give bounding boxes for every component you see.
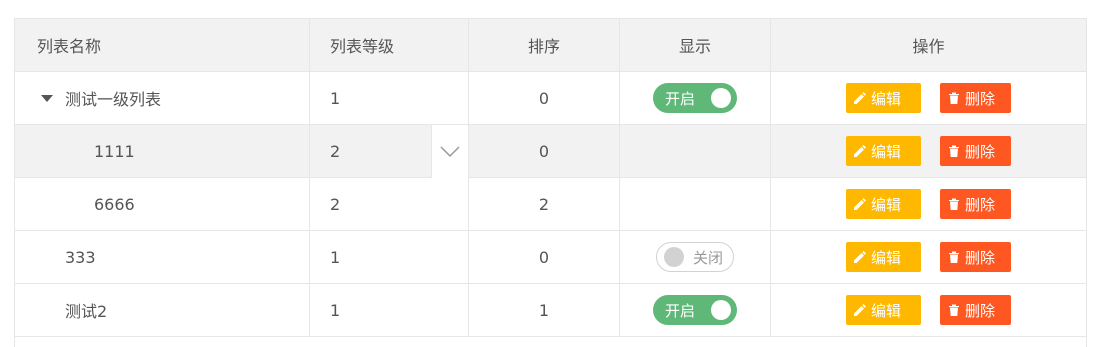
- edit-button[interactable]: 编辑: [846, 83, 921, 113]
- edit-button[interactable]: 编辑: [846, 136, 921, 166]
- row-sort: 0: [469, 72, 620, 124]
- delete-button[interactable]: 删除: [940, 295, 1011, 325]
- toggle-label: 开启: [665, 89, 696, 108]
- delete-label: 删除: [965, 89, 996, 108]
- toggle-knob: [664, 247, 684, 267]
- edit-button[interactable]: 编辑: [846, 295, 921, 325]
- level-dropdown[interactable]: [431, 125, 468, 178]
- trash-icon: [949, 198, 959, 210]
- level-cell[interactable]: 2: [310, 125, 469, 178]
- row-name: 测试一级列表: [65, 90, 162, 109]
- row-level: 1: [310, 231, 469, 283]
- delete-label: 删除: [965, 195, 996, 214]
- header-level: 列表等级: [310, 19, 469, 71]
- op-cell: 编辑 删除: [771, 231, 1086, 283]
- table-row: 1111 2 0 编辑 删除: [15, 125, 1086, 178]
- header-show: 显示: [620, 19, 771, 71]
- pencil-icon: [854, 251, 866, 263]
- edit-label: 编辑: [871, 248, 902, 267]
- trash-icon: [949, 304, 959, 316]
- show-toggle[interactable]: 开启: [653, 83, 737, 113]
- edit-button[interactable]: 编辑: [846, 242, 921, 272]
- header-name: 列表名称: [15, 19, 310, 71]
- row-name: 6666: [15, 178, 310, 230]
- row-level: 2: [310, 178, 469, 230]
- row-sort: 2: [469, 178, 620, 230]
- delete-label: 删除: [965, 142, 996, 161]
- show-toggle[interactable]: 开启: [653, 295, 737, 325]
- show-toggle[interactable]: 关闭: [656, 242, 734, 272]
- row-name: 333: [15, 231, 310, 283]
- pencil-icon: [854, 304, 866, 316]
- row-level: 1: [310, 72, 469, 124]
- toggle-knob: [711, 88, 731, 108]
- show-cell: 关闭: [620, 231, 771, 283]
- edit-label: 编辑: [871, 142, 902, 161]
- edit-label: 编辑: [871, 195, 902, 214]
- row-name: 测试2: [15, 284, 310, 336]
- row-name: 1111: [15, 125, 310, 177]
- name-cell: 测试一级列表: [15, 72, 310, 124]
- delete-label: 删除: [965, 248, 996, 267]
- row-sort: 0: [469, 125, 620, 177]
- chevron-down-icon: [440, 145, 460, 157]
- delete-label: 删除: [965, 301, 996, 320]
- pencil-icon: [854, 198, 866, 210]
- edit-button[interactable]: 编辑: [846, 189, 921, 219]
- row-level: 1: [310, 284, 469, 336]
- delete-button[interactable]: 删除: [940, 242, 1011, 272]
- toggle-label: 开启: [665, 301, 696, 320]
- trash-icon: [949, 251, 959, 263]
- show-cell: [620, 125, 771, 177]
- expand-caret-icon[interactable]: [41, 94, 53, 102]
- edit-label: 编辑: [871, 301, 902, 320]
- pencil-icon: [854, 145, 866, 157]
- header-sort: 排序: [469, 19, 620, 71]
- trash-icon: [949, 145, 959, 157]
- delete-button[interactable]: 删除: [940, 189, 1011, 219]
- table-row: 333 1 0 关闭 编辑 删除: [15, 231, 1086, 284]
- row-sort: 1: [469, 284, 620, 336]
- op-cell: 编辑 删除: [771, 284, 1086, 336]
- toggle-knob: [711, 300, 731, 320]
- table-row: 测试一级列表 1 0 开启 编辑 删除: [15, 72, 1086, 125]
- toggle-label: 关闭: [693, 248, 724, 267]
- row-sort: 0: [469, 231, 620, 283]
- delete-button[interactable]: 删除: [940, 136, 1011, 166]
- trash-icon: [949, 92, 959, 104]
- op-cell: 编辑 删除: [771, 72, 1086, 124]
- delete-button[interactable]: 删除: [940, 83, 1011, 113]
- list-table: 列表名称 列表等级 排序 显示 操作 测试一级列表 1 0 开启 编辑 删除 1…: [14, 18, 1087, 347]
- op-cell: 编辑 删除: [771, 125, 1086, 177]
- show-cell: 开启: [620, 284, 771, 336]
- show-cell: [620, 178, 771, 230]
- show-cell: 开启: [620, 72, 771, 124]
- op-cell: 编辑 删除: [771, 178, 1086, 230]
- pencil-icon: [854, 92, 866, 104]
- table-row: 6666 2 2 编辑 删除: [15, 178, 1086, 231]
- table-header: 列表名称 列表等级 排序 显示 操作: [15, 19, 1086, 72]
- row-level: 2: [330, 141, 341, 161]
- table-row: 测试2 1 1 开启 编辑 删除: [15, 284, 1086, 337]
- header-op: 操作: [912, 37, 945, 56]
- edit-label: 编辑: [871, 89, 902, 108]
